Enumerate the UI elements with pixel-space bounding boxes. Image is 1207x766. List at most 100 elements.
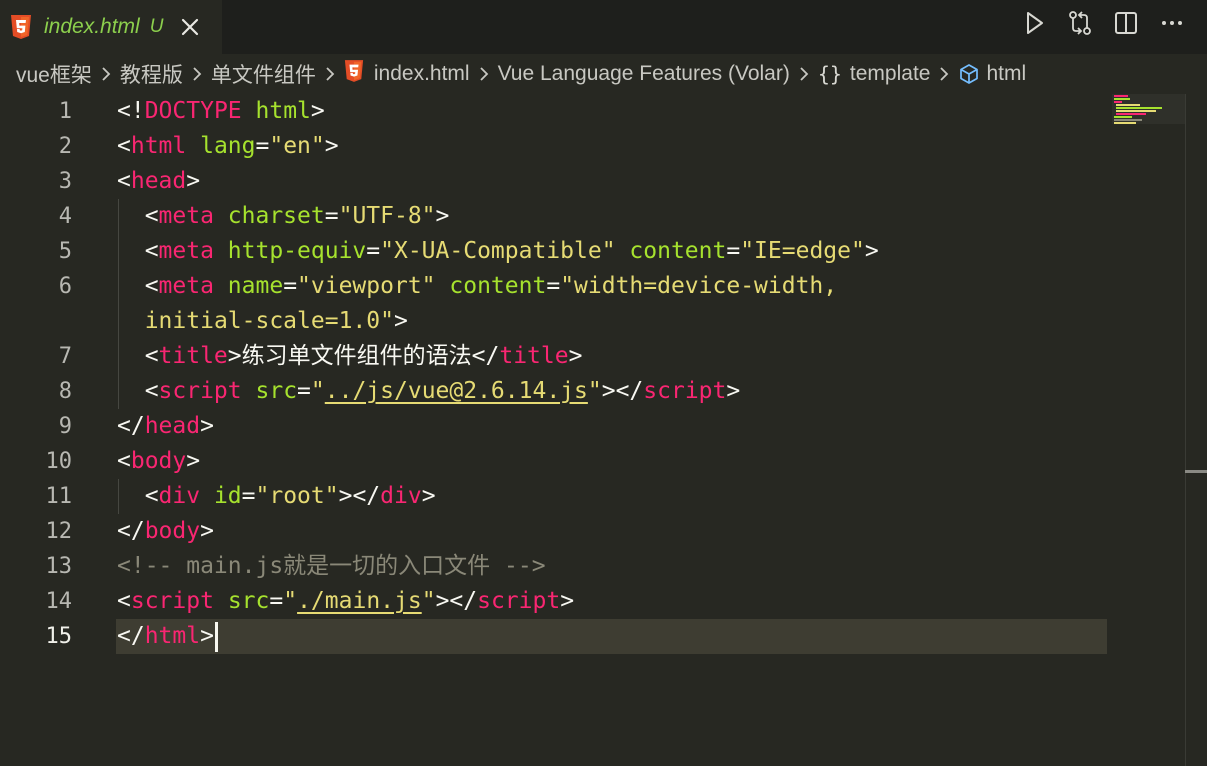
code-text: </body> <box>117 518 214 544</box>
breadcrumb-item-single-file-component[interactable]: 单文件组件 <box>211 59 316 89</box>
code-text: <meta name="viewport" content="width=dev… <box>117 273 838 299</box>
line-number: 3 <box>58 169 72 194</box>
chevron-right-icon <box>938 66 950 82</box>
code-text: <!DOCTYPE html> <box>117 98 325 124</box>
line-number: 1 <box>58 99 72 124</box>
text-cursor <box>214 621 218 652</box>
code-line[interactable]: 4 <meta charset="UTF-8"> <box>0 199 1185 234</box>
source-control-button[interactable] <box>1067 10 1093 36</box>
compare-changes-icon <box>1069 11 1091 35</box>
minimap-line <box>1114 119 1142 121</box>
line-number: 8 <box>58 379 72 404</box>
script-src-link[interactable]: ../js/vue@2.6.14.js <box>325 378 588 404</box>
breadcrumb: vue框架 教程版 单文件组件 index.html Vue Language … <box>0 54 1207 94</box>
minimap-line <box>1116 110 1156 112</box>
script-src-link[interactable]: ./main.js <box>297 588 422 614</box>
code-text: <head> <box>117 168 201 194</box>
code-text: <script src="../js/vue@2.6.14.js"></scri… <box>117 378 741 404</box>
line-number: 6 <box>58 274 72 299</box>
breadcrumb-item-html[interactable]: html <box>958 62 1026 86</box>
minimap-line <box>1114 95 1128 97</box>
cube-icon <box>960 64 979 84</box>
chevron-right-icon <box>100 66 112 82</box>
chevron-right-icon <box>324 66 336 82</box>
code-text: <script src="./main.js"></script> <box>117 588 575 614</box>
code-line[interactable]: 6 <meta name="viewport" content="width=d… <box>0 269 1185 304</box>
minimap-line <box>1114 122 1136 124</box>
untracked-status-badge: U <box>149 16 164 37</box>
code-text: <meta http-equiv="X-UA-Compatible" conte… <box>117 238 879 264</box>
line-number: 7 <box>58 344 72 369</box>
code-line-wrapped[interactable]: initial-scale=1.0"> <box>0 304 1185 339</box>
code-text: <html lang="en"> <box>117 133 339 159</box>
vertical-scrollbar[interactable] <box>1185 94 1207 766</box>
html5-icon <box>10 14 32 40</box>
chevron-right-icon <box>798 66 810 82</box>
breadcrumb-item-file-label: index.html <box>373 62 470 85</box>
line-number: 15 <box>45 624 73 649</box>
more-icon <box>1162 21 1182 25</box>
code-text: </html> <box>117 619 218 654</box>
play-icon <box>1027 12 1043 34</box>
line-number: 12 <box>45 519 73 544</box>
breadcrumb-item-language-features[interactable]: Vue Language Features (Volar) <box>498 62 790 86</box>
editor-tab-index-html[interactable]: index.html U <box>0 0 222 54</box>
html5-icon <box>344 59 364 89</box>
breadcrumb-item-template-label: template <box>849 62 931 85</box>
code-line[interactable]: 13 <!-- main.js就是一切的入口文件 --> <box>0 549 1185 584</box>
minimap-line <box>1116 113 1146 115</box>
line-number: 2 <box>58 134 72 159</box>
tab-title: index.html <box>44 15 140 38</box>
code-text: <body> <box>117 448 201 474</box>
code-line[interactable]: 7 <title>练习单文件组件的语法</title> <box>0 339 1185 374</box>
code-text: </head> <box>117 413 214 439</box>
line-number: 10 <box>45 449 73 474</box>
braces-icon: {} <box>817 62 842 86</box>
scrollbar-cursor-marker <box>1185 470 1207 473</box>
breadcrumb-item-vue-framework[interactable]: vue框架 <box>16 59 92 89</box>
split-editor-button[interactable] <box>1113 10 1139 36</box>
code-comment: <!-- main.js就是一切的入口文件 --> <box>117 553 546 579</box>
code-line[interactable]: 2 <html lang="en"> <box>0 129 1185 164</box>
code-line[interactable]: 9 </head> <box>0 409 1185 444</box>
run-button[interactable] <box>1021 10 1047 36</box>
code-line[interactable]: 1 <!DOCTYPE html> <box>0 94 1185 129</box>
breadcrumb-item-html-label: html <box>986 62 1027 85</box>
current-line-highlight <box>116 619 1107 654</box>
chevron-right-icon <box>191 66 203 82</box>
close-icon[interactable] <box>179 16 201 38</box>
breadcrumb-item-tutorial[interactable]: 教程版 <box>120 59 183 89</box>
code-text: initial-scale=1.0"> <box>144 308 408 334</box>
minimap[interactable] <box>1112 94 1185 126</box>
minimap-line <box>1114 101 1122 103</box>
code-text: <meta charset="UTF-8"> <box>117 203 450 229</box>
code-line[interactable]: 5 <meta http-equiv="X-UA-Compatible" con… <box>0 234 1185 269</box>
code-line[interactable]: 8 <script src="../js/vue@2.6.14.js"></sc… <box>0 374 1185 409</box>
code-line-current[interactable]: 15 </html> <box>0 619 1185 654</box>
code-line[interactable]: 10 <body> <box>0 444 1185 479</box>
code-text: <title>练习单文件组件的语法</title> <box>117 343 583 369</box>
split-editor-icon <box>1115 12 1137 34</box>
line-number: 11 <box>45 484 73 509</box>
code-line[interactable]: 14 <script src="./main.js"></script> <box>0 584 1185 619</box>
chevron-right-icon <box>478 66 490 82</box>
breadcrumb-item-file[interactable]: index.html <box>344 59 470 89</box>
more-actions-button[interactable] <box>1159 10 1185 36</box>
editor-actions <box>1021 10 1185 36</box>
breadcrumb-item-template[interactable]: {} template <box>818 62 931 86</box>
code-line[interactable]: 11 <div id="root"></div> <box>0 479 1185 514</box>
line-number: 4 <box>58 204 72 229</box>
minimap-line <box>1116 107 1162 109</box>
line-number: 13 <box>45 554 73 579</box>
line-number: 9 <box>58 414 72 439</box>
line-number: 5 <box>58 239 72 264</box>
minimap-line <box>1114 116 1132 118</box>
code-line[interactable]: 3 <head> <box>0 164 1185 199</box>
minimap-line <box>1116 104 1140 106</box>
line-number: 14 <box>45 589 73 614</box>
tab-bar: index.html U <box>0 0 1207 54</box>
code-text: <div id="root"></div> <box>117 483 436 509</box>
code-line[interactable]: 12 </body> <box>0 514 1185 549</box>
minimap-line <box>1114 98 1130 100</box>
code-editor[interactable]: 1 <!DOCTYPE html> 2 <html lang="en"> 3 <… <box>0 94 1185 766</box>
